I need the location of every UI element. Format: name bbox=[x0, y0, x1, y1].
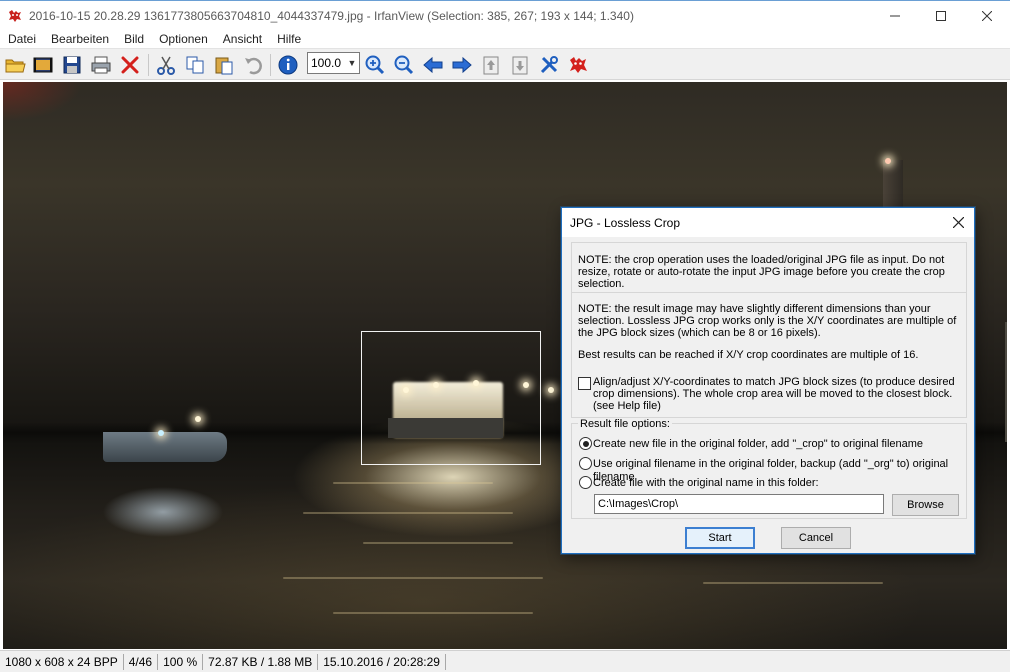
status-position: 4/46 bbox=[124, 653, 159, 670]
save-icon[interactable] bbox=[60, 53, 84, 77]
menu-hilfe[interactable]: Hilfe bbox=[269, 32, 308, 46]
align-label: Align/adjust X/Y-coordinates to match JP… bbox=[593, 376, 955, 412]
dialog-title-bar: JPG - Lossless Crop bbox=[562, 208, 974, 237]
maximize-icon[interactable] bbox=[918, 1, 964, 31]
status-datetime: 15.10.2016 / 20:28:29 bbox=[318, 653, 446, 670]
crop-selection[interactable] bbox=[361, 331, 541, 465]
close-icon[interactable] bbox=[964, 1, 1010, 31]
print-icon[interactable] bbox=[89, 53, 113, 77]
zoom-out-icon[interactable] bbox=[392, 53, 416, 77]
menu-bild[interactable]: Bild bbox=[116, 32, 151, 46]
zoom-combo[interactable]: 100.0 ▼ bbox=[307, 52, 360, 74]
toolbar bbox=[0, 48, 1010, 80]
irfanview-cat-icon[interactable] bbox=[566, 53, 590, 77]
minimize-icon[interactable] bbox=[872, 1, 918, 31]
last-page-icon[interactable] bbox=[508, 53, 532, 77]
zoom-value: 100.0 bbox=[311, 56, 342, 70]
chevron-down-icon[interactable]: ▼ bbox=[345, 58, 359, 68]
lossless-crop-dialog: JPG - Lossless Crop NOTE: the crop opera… bbox=[561, 207, 975, 554]
align-checkbox[interactable] bbox=[578, 377, 591, 390]
note-crop-input: NOTE: the crop operation uses the loaded… bbox=[578, 254, 945, 290]
menu-datei[interactable]: Datei bbox=[0, 32, 43, 46]
option-create-in-folder: Create file with the original name in th… bbox=[593, 477, 819, 489]
status-size: 72.87 KB / 1.88 MB bbox=[203, 653, 319, 670]
window-title: 2016-10-15 20.28.29 1361773805663704810_… bbox=[29, 8, 634, 23]
paste-icon[interactable] bbox=[212, 53, 236, 77]
note-best-results: Best results can be reached if X/Y crop … bbox=[578, 349, 919, 361]
cut-icon[interactable] bbox=[154, 53, 178, 77]
delete-icon[interactable] bbox=[118, 53, 142, 77]
zoom-in-icon[interactable] bbox=[363, 53, 387, 77]
radio-create-new-file[interactable] bbox=[579, 437, 592, 450]
info-icon[interactable] bbox=[276, 53, 300, 77]
first-page-icon[interactable] bbox=[479, 53, 503, 77]
next-arrow-icon[interactable] bbox=[450, 53, 474, 77]
folder-path-input[interactable]: C:\Images\Crop\ bbox=[594, 494, 884, 514]
menu-bar: Datei Bearbeiten Bild Optionen Ansicht H… bbox=[0, 30, 1010, 48]
copy-icon[interactable] bbox=[183, 53, 207, 77]
result-options-heading: Result file options: bbox=[578, 418, 672, 431]
menu-bearbeiten[interactable]: Bearbeiten bbox=[43, 32, 116, 46]
slideshow-icon[interactable] bbox=[31, 53, 55, 77]
radio-create-in-folder[interactable] bbox=[579, 476, 592, 489]
status-dimensions: 1080 x 608 x 24 BPP bbox=[0, 653, 124, 670]
radio-use-original-filename[interactable] bbox=[579, 457, 592, 470]
option-create-new-file: Create new file in the original folder, … bbox=[593, 438, 924, 450]
status-bar: 1080 x 608 x 24 BPP 4/46 100 % 72.87 KB … bbox=[0, 650, 1010, 672]
note-block-sizes: NOTE: the result image may have slightly… bbox=[578, 303, 957, 339]
menu-optionen[interactable]: Optionen bbox=[151, 32, 215, 46]
undo-icon[interactable] bbox=[241, 53, 265, 77]
start-button[interactable]: Start bbox=[685, 527, 755, 549]
cancel-button[interactable]: Cancel bbox=[781, 527, 851, 549]
previous-arrow-icon[interactable] bbox=[421, 53, 445, 77]
title-bar: 2016-10-15 20.28.29 1361773805663704810_… bbox=[0, 0, 1010, 30]
open-folder-icon[interactable] bbox=[3, 53, 27, 77]
irfanview-cat-icon bbox=[9, 9, 21, 22]
status-zoom: 100 % bbox=[158, 653, 204, 670]
boat bbox=[103, 432, 227, 462]
menu-ansicht[interactable]: Ansicht bbox=[215, 32, 269, 46]
browse-button[interactable]: Browse bbox=[892, 494, 959, 516]
close-icon[interactable] bbox=[942, 208, 974, 237]
settings-tools-icon[interactable] bbox=[537, 53, 561, 77]
dialog-title: JPG - Lossless Crop bbox=[570, 215, 681, 230]
